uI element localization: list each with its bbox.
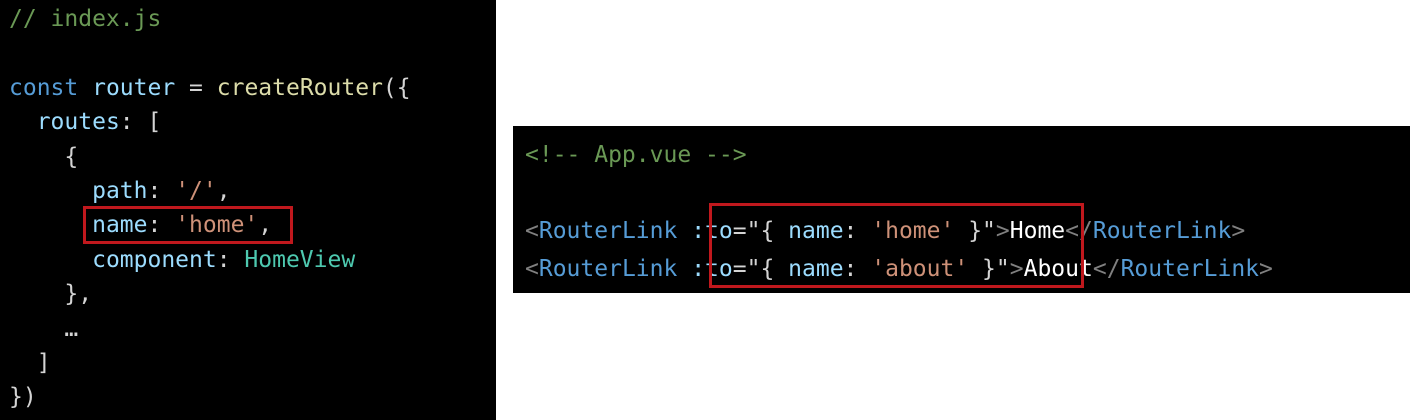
tag-close-bracket: > — [1009, 256, 1024, 282]
open-call-punctuation: ({ — [382, 74, 411, 101]
component-value: HomeView — [244, 246, 356, 273]
code-comparison-figure: // index.js const router = createRouter(… — [0, 0, 1410, 420]
file-comment: <!-- App.vue --> — [525, 142, 747, 168]
code-line-path: path: '/', — [9, 174, 411, 208]
home-name-value: 'home' — [871, 218, 955, 244]
code-line-comment: // index.js — [9, 2, 411, 36]
tag-open-bracket: < — [525, 256, 539, 282]
router-variable: router — [92, 74, 176, 101]
home-link-text: Home — [1009, 218, 1066, 244]
name-comma: , — [258, 212, 273, 239]
about-name-value: 'about' — [871, 256, 969, 282]
path-colon: : — [147, 178, 176, 205]
app-vue-code-block: <!-- App.vue --> <RouterLink :to="{ name… — [525, 136, 1273, 288]
component-colon: : — [216, 246, 245, 273]
object-close-brace: }, — [64, 281, 93, 308]
code-line-router-declaration: const router = createRouter({ — [9, 71, 411, 105]
name-value: 'home' — [175, 212, 259, 239]
object-close-brace: } — [954, 218, 983, 244]
closing-tag-close-bracket: > — [1231, 218, 1246, 244]
code-line-router-link-about: <RouterLink :to="{ name: 'about' }">Abou… — [525, 250, 1273, 288]
component-key: component — [92, 246, 217, 273]
call-close-punctuation: }) — [9, 384, 37, 411]
path-value: '/' — [175, 178, 217, 205]
name-key: name — [788, 256, 844, 282]
path-comma: , — [216, 178, 231, 205]
attr-equals-quote: =" — [732, 218, 761, 244]
routes-key: routes — [36, 109, 120, 136]
index-js-code-block: // index.js const router = createRouter(… — [9, 2, 411, 415]
object-open-brace: { — [760, 218, 789, 244]
tag-close-bracket: > — [995, 218, 1010, 244]
router-link-tag: RouterLink — [538, 218, 678, 244]
code-line-router-link-home: <RouterLink :to="{ name: 'home' }">Home<… — [525, 212, 1273, 250]
code-line-comment: <!-- App.vue --> — [525, 136, 1273, 174]
index-js-code-panel: // index.js const router = createRouter(… — [0, 0, 496, 420]
name-colon: : — [147, 212, 176, 239]
tag-open-bracket: < — [525, 218, 539, 244]
code-line-call-close: }) — [9, 380, 411, 414]
code-line-ellipsis: … — [9, 312, 411, 346]
router-link-closing-tag: RouterLink — [1120, 256, 1260, 282]
code-line-name: name: 'home', — [9, 208, 411, 242]
to-bind-attribute: :to — [691, 218, 733, 244]
equals-operator: = — [175, 74, 217, 101]
ellipsis: … — [64, 315, 79, 342]
closing-tag-open-bracket: </ — [1092, 256, 1121, 282]
attr-equals-quote: =" — [732, 256, 761, 282]
name-colon: : — [843, 218, 872, 244]
app-vue-code-panel: <!-- App.vue --> <RouterLink :to="{ name… — [513, 126, 1410, 293]
routes-open-punctuation: : [ — [119, 109, 162, 136]
attr-end-quote: " — [982, 218, 996, 244]
object-open-brace: { — [64, 143, 79, 170]
name-key: name — [92, 212, 148, 239]
closing-tag-close-bracket: > — [1259, 256, 1273, 282]
closing-tag-open-bracket: </ — [1065, 218, 1093, 244]
code-line-routes: routes: [ — [9, 105, 411, 139]
const-keyword: const — [9, 74, 79, 101]
file-comment: // index.js — [9, 6, 162, 32]
about-link-text: About — [1023, 256, 1093, 282]
name-colon: : — [843, 256, 872, 282]
attr-end-quote: " — [995, 256, 1010, 282]
path-key: path — [92, 178, 148, 205]
code-line-object-close: }, — [9, 277, 411, 311]
routes-close-bracket: ] — [36, 350, 51, 377]
create-router-function: createRouter — [216, 74, 383, 101]
object-open-brace: { — [760, 256, 789, 282]
object-close-brace: } — [968, 256, 996, 282]
code-line-component: component: HomeView — [9, 243, 411, 277]
code-line-object-open: { — [9, 140, 411, 174]
to-bind-attribute: :to — [691, 256, 733, 282]
name-key: name — [788, 218, 844, 244]
router-link-tag: RouterLink — [538, 256, 678, 282]
code-line-routes-close: ] — [9, 346, 411, 380]
router-link-closing-tag: RouterLink — [1092, 218, 1232, 244]
